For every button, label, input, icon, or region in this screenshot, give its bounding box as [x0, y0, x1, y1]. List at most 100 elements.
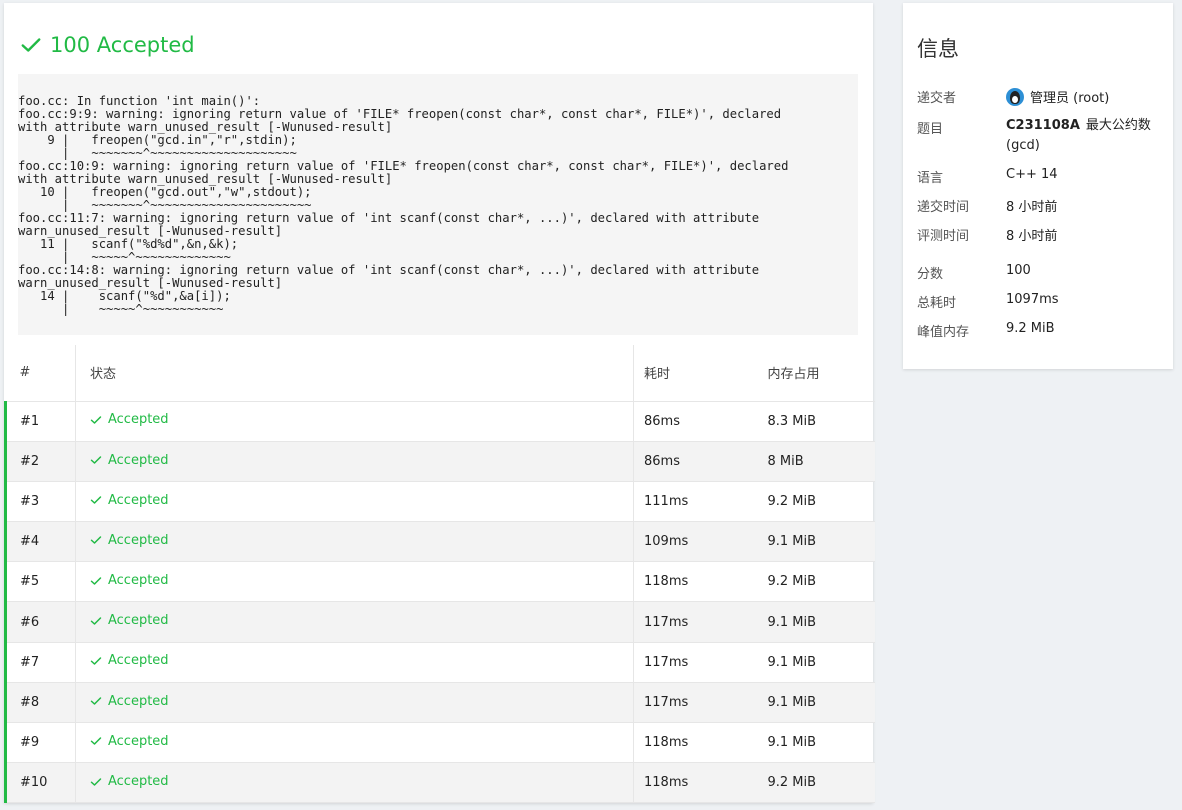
case-index: #4: [4, 521, 76, 563]
compiler-output: foo.cc: In function 'int main()': foo.cc…: [18, 74, 858, 335]
info-title: 信息: [917, 37, 959, 61]
case-index: #6: [4, 601, 76, 643]
case-memory: 9.1 MiB: [753, 682, 875, 724]
table-row[interactable]: #9 Accepted 118ms 9.1 MiB: [4, 722, 875, 764]
submitter-value[interactable]: 管理员 (root): [1006, 87, 1109, 106]
check-icon: [90, 536, 102, 545]
case-status: Accepted: [75, 762, 634, 804]
case-status-label: Accepted: [108, 733, 169, 749]
case-index: #2: [4, 441, 76, 482]
header-status: 状态: [75, 345, 634, 402]
case-time: 117ms: [633, 682, 754, 724]
problem-id[interactable]: C231108A: [1006, 118, 1080, 133]
testcase-rows: #1 Accepted 86ms 8.3 MiB #2 Accepted 86ms 8 MiB…: [4, 401, 875, 804]
case-index: #5: [4, 561, 76, 603]
submitter-name[interactable]: 管理员 (root): [1030, 91, 1109, 106]
case-memory: 9.1 MiB: [753, 722, 875, 764]
case-time: 118ms: [633, 762, 754, 804]
check-icon: [90, 777, 102, 786]
case-index: #1: [4, 401, 76, 442]
header-time: 耗时: [633, 345, 754, 402]
case-memory: 9.2 MiB: [753, 561, 875, 603]
avatar: [1006, 88, 1024, 106]
table-row[interactable]: #4 Accepted 109ms 9.1 MiB: [4, 521, 875, 563]
table-row[interactable]: #10 Accepted 118ms 9.2 MiB: [4, 762, 875, 804]
table-row[interactable]: #6 Accepted 117ms 9.1 MiB: [4, 601, 875, 643]
table-row[interactable]: #8 Accepted 117ms 9.1 MiB: [4, 682, 875, 724]
language-label: 语言: [917, 171, 944, 186]
judge-time-label: 评测时间: [917, 229, 970, 244]
case-index: #7: [4, 642, 76, 683]
score-label: 分数: [917, 267, 944, 282]
submission-card: 100 Accepted foo.cc: In function 'int ma…: [4, 3, 875, 804]
case-memory: 8 MiB: [753, 441, 875, 482]
check-icon: [21, 38, 41, 52]
peak-memory-value: 9.2 MiB: [1006, 321, 1055, 336]
peak-memory-label: 峰值内存: [917, 325, 970, 340]
case-time: 118ms: [633, 722, 754, 764]
case-memory: 9.1 MiB: [753, 601, 875, 643]
case-memory: 9.1 MiB: [753, 642, 875, 683]
compiler-output-text: foo.cc: In function 'int main()': foo.cc…: [18, 94, 789, 316]
case-status-label: Accepted: [108, 693, 169, 709]
score-value: 100: [1006, 263, 1031, 278]
peak-memory-row: 峰值内存 9.2 MiB: [917, 321, 1055, 340]
table-row[interactable]: #3 Accepted 111ms 9.2 MiB: [4, 481, 875, 523]
check-icon: [90, 496, 102, 504]
submitter-row: 递交者 管理员 (root): [917, 87, 1109, 106]
case-status-label: Accepted: [108, 492, 169, 508]
check-icon: [90, 576, 102, 585]
case-status: Accepted: [75, 642, 634, 683]
verdict-score: 100: [50, 33, 91, 57]
check-icon: [90, 737, 102, 746]
case-time: 86ms: [633, 401, 754, 442]
table-row[interactable]: #5 Accepted 118ms 9.2 MiB: [4, 561, 875, 603]
table-row[interactable]: #1 Accepted 86ms 8.3 MiB: [4, 401, 875, 442]
case-memory: 9.2 MiB: [753, 762, 875, 804]
verdict-status: Accepted: [96, 33, 195, 57]
case-status: Accepted: [75, 441, 634, 482]
case-status: Accepted: [75, 481, 634, 523]
header-memory: 内存占用: [753, 345, 875, 402]
table-row[interactable]: #7 Accepted 117ms 9.1 MiB: [4, 642, 875, 683]
case-index: #3: [4, 481, 76, 523]
case-time: 86ms: [633, 441, 754, 482]
problem-link[interactable]: C231108A 最大公约数 (gcd): [1006, 116, 1156, 156]
case-status: Accepted: [75, 401, 634, 442]
case-index: #8: [4, 682, 76, 724]
problem-alias[interactable]: (gcd): [1006, 138, 1040, 153]
case-index: #10: [4, 762, 76, 804]
info-panel: 信息 递交者 管理员 (root) 题目 C231108A 最大公约数 (gcd)…: [903, 3, 1173, 369]
table-row[interactable]: #2 Accepted 86ms 8 MiB: [4, 441, 875, 482]
case-index: #9: [4, 722, 76, 764]
language-row: 语言 C++ 14: [917, 167, 1058, 186]
case-status: Accepted: [75, 722, 634, 764]
check-icon: [90, 617, 102, 625]
case-time: 109ms: [633, 521, 754, 563]
total-time-label: 总耗时: [917, 296, 957, 311]
judge-time-row: 评测时间 8 小时前: [917, 225, 1057, 244]
case-status-label: Accepted: [108, 653, 169, 669]
case-status-label: Accepted: [108, 412, 169, 428]
judge-time-value: 8 小时前: [1006, 229, 1058, 244]
case-status-label: Accepted: [108, 613, 169, 629]
case-status-label: Accepted: [108, 774, 169, 790]
score-row: 分数 100: [917, 263, 1031, 282]
problem-label: 题目: [917, 122, 944, 137]
check-icon: [90, 657, 102, 665]
submit-time-value: 8 小时前: [1006, 200, 1058, 215]
case-time: 118ms: [633, 561, 754, 603]
check-icon: [90, 456, 102, 464]
language-value: C++ 14: [1006, 167, 1058, 182]
case-status: Accepted: [75, 561, 634, 603]
total-time-row: 总耗时 1097ms: [917, 292, 1059, 311]
submitter-label: 递交者: [917, 91, 957, 106]
problem-row: 题目 C231108A 最大公约数 (gcd): [917, 118, 1156, 156]
total-time-value: 1097ms: [1006, 292, 1059, 307]
case-status: Accepted: [75, 682, 634, 724]
case-memory: 9.2 MiB: [753, 481, 875, 523]
check-icon: [90, 416, 102, 424]
problem-name[interactable]: 最大公约数: [1086, 118, 1151, 133]
case-status-label: Accepted: [108, 452, 169, 468]
case-time: 117ms: [633, 642, 754, 683]
